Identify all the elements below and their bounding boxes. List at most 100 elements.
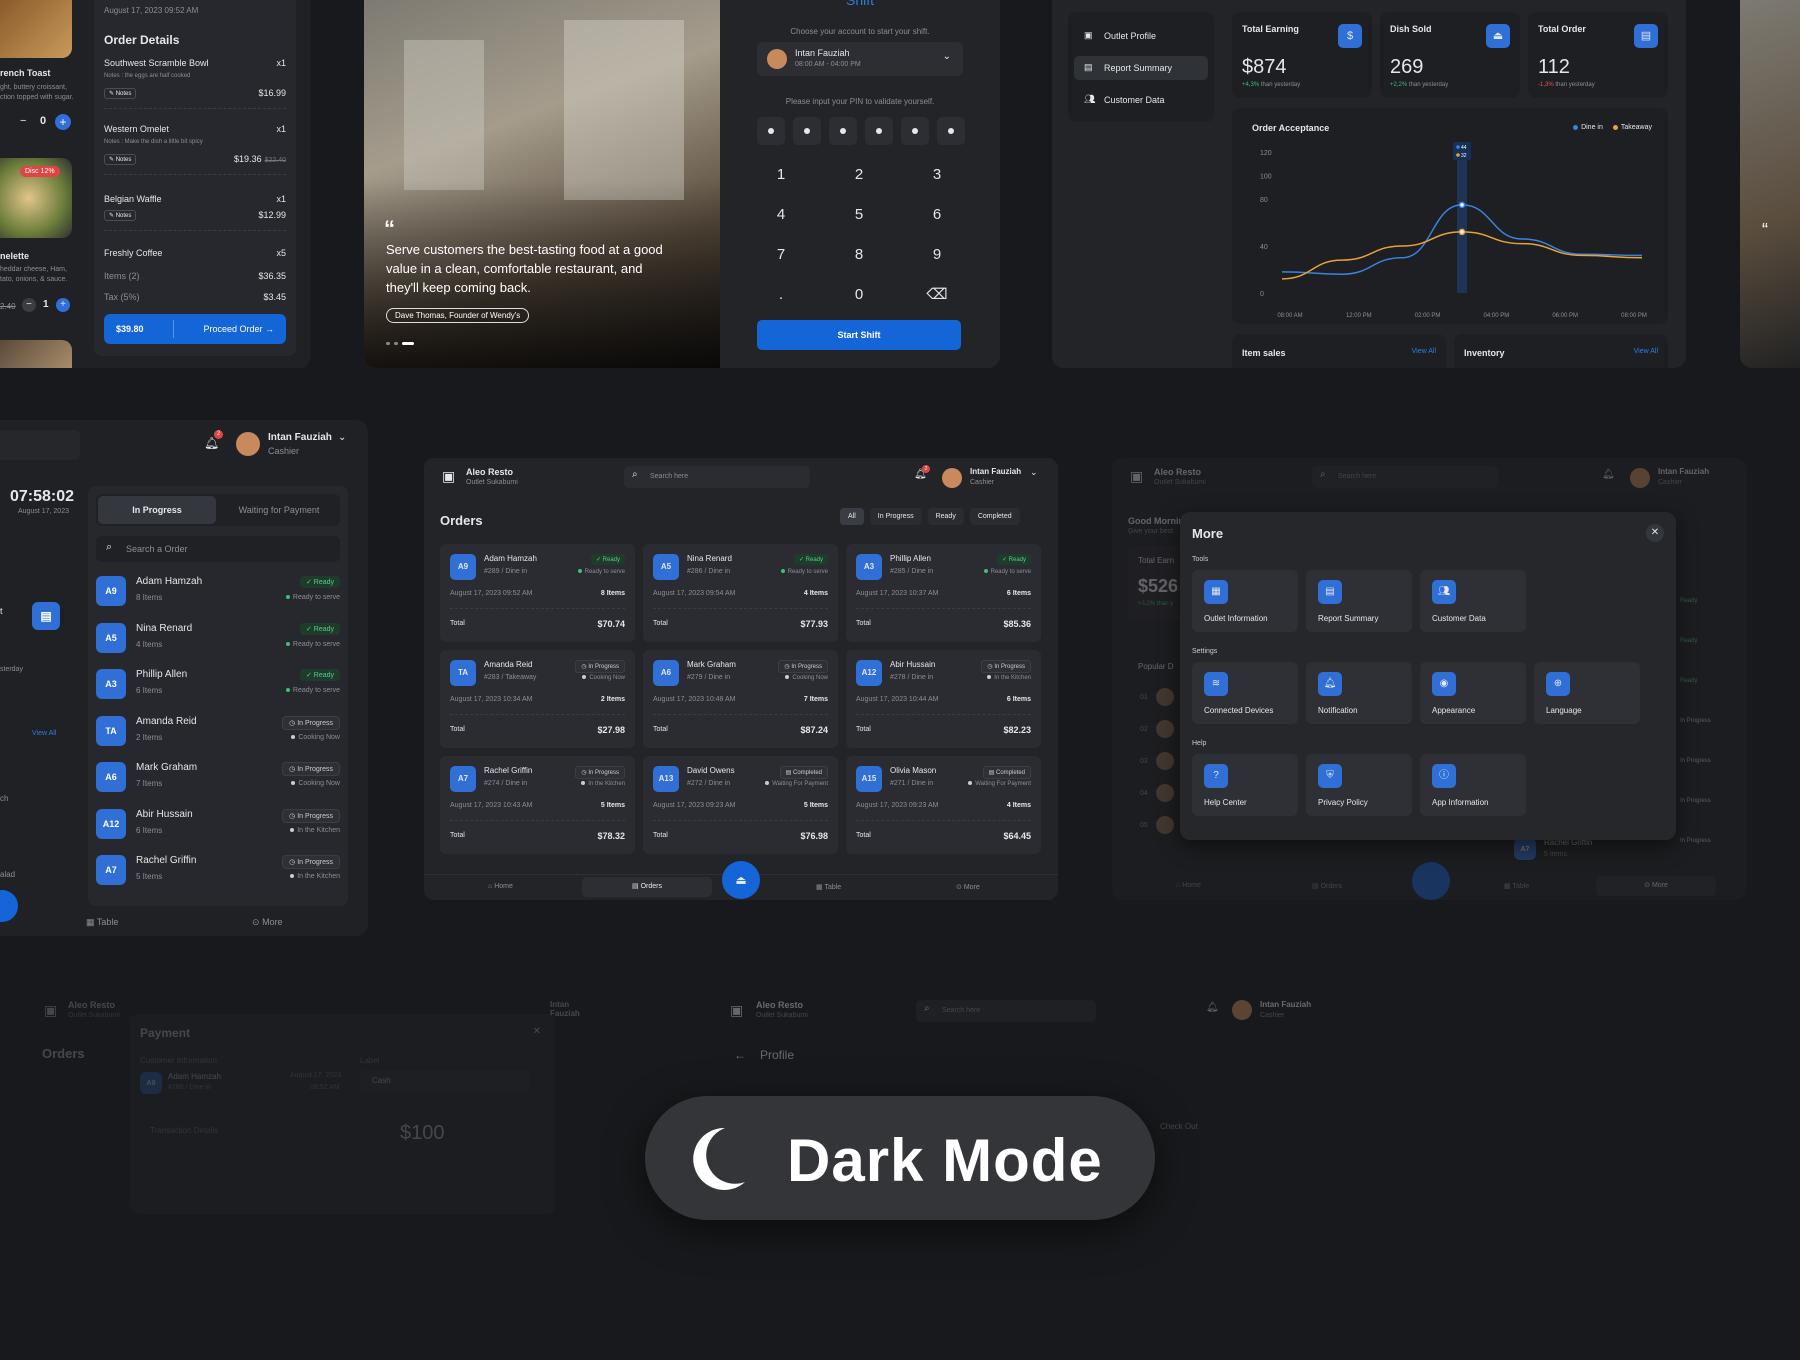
plus-button[interactable]: + [55,114,71,130]
bell-icon[interactable]: 🔔︎ [1206,1002,1219,1013]
search-placeholder: Search here [650,473,689,480]
keypad-key[interactable]: 8 [835,240,883,270]
search-input[interactable]: ⌕ Search here [1312,466,1498,488]
more-tile-help-center[interactable]: ? Help Center [1192,754,1298,816]
nav-table[interactable]: ▦ Table [1504,882,1529,890]
carousel-dot-active[interactable] [402,342,414,345]
nav-table[interactable]: ▦ Table [86,917,118,928]
order-row[interactable]: A7 Rachel Griffin 5 Items ◷ In Progress In t… [96,851,340,889]
more-tile-customer-data[interactable]: 👥︎ Customer Data [1420,570,1526,632]
plus-button[interactable]: + [56,298,70,312]
keypad-key[interactable]: 3 [913,160,961,190]
filter-completed[interactable]: Completed [969,508,1020,525]
more-tile-report-summary[interactable]: ▤ Report Summary [1306,570,1412,632]
back-arrow-icon[interactable]: ← [734,1048,746,1062]
search-input[interactable]: ⌕ Search here [624,466,810,488]
order-card[interactable]: A9 Adam Hamzah #289 / Dine in ✓ Ready Ready … [440,544,635,642]
order-card[interactable]: A12 Abir Hussain #278 / Dine in ◷ In Progre… [846,650,1041,748]
notes-button[interactable]: ✎ Notes [104,154,137,165]
nav-more[interactable]: ⊙ More [956,883,980,891]
search-bar[interactable] [0,430,80,460]
close-icon[interactable]: ✕ [1646,524,1664,542]
order-card[interactable]: A7 Rachel Griffin #274 / Dine in ◷ In Progr… [440,756,635,854]
search-input[interactable]: ⌕ Search here [916,1000,1096,1022]
filter-in-progress[interactable]: In Progress [869,508,922,525]
pin-box[interactable] [793,117,821,145]
pin-box[interactable] [937,117,965,145]
order-card[interactable]: A13 David Owens #272 / Dine in ▤ Completed W… [643,756,838,854]
order-card[interactable]: A6 Mark Graham #279 / Dine in ◷ In Progress… [643,650,838,748]
more-tile-appearance[interactable]: ◉ Appearance [1420,662,1526,724]
keypad-key[interactable]: 9 [913,240,961,270]
tab-waiting-payment[interactable]: Waiting for Payment [220,496,338,524]
cloche-button[interactable]: ⏏ [722,861,760,899]
nav-home[interactable]: ⌂ Home [488,883,513,890]
chevron-down-icon[interactable]: ⌄ [1030,467,1038,478]
payment-method-select[interactable]: Cash [360,1070,530,1092]
notes-button[interactable]: ✎ Notes [104,88,137,99]
proceed-order-button[interactable]: $39.80 Proceed Order → [104,314,286,344]
pin-box[interactable] [865,117,893,145]
keypad-key[interactable]: 4 [757,200,805,230]
order-card[interactable]: TA Amanda Reid #283 / Takeaway ◷ In Progres… [440,650,635,748]
order-items: 7 Items [803,696,828,703]
view-all-link[interactable]: View All [32,730,56,737]
order-card[interactable]: A3 Phillip Allen #285 / Dine in ✓ Ready Read… [846,544,1041,642]
keypad-key[interactable]: 6 [913,200,961,230]
order-item-note: Notes : Make the dish a little bit spicy [104,139,203,145]
backspace-icon[interactable]: ⌫ [913,280,961,310]
order-card[interactable]: A15 Olivia Mason #271 / Dine in ▤ Completed… [846,756,1041,854]
menu-item-outlet-profile[interactable]: ▣ Outlet Profile [1074,24,1208,48]
more-tile-privacy-policy[interactable]: ⛨ Privacy Policy [1306,754,1412,816]
more-tile-outlet-information[interactable]: ▦ Outlet Information [1192,570,1298,632]
pin-box[interactable] [757,117,785,145]
nav-table[interactable]: ▦ Table [816,883,841,891]
close-icon[interactable]: ✕ [533,1026,541,1037]
bell-icon[interactable]: 🔔︎ [1602,469,1615,480]
order-row[interactable]: A12 Abir Hussain 6 Items ◷ In Progress In th… [96,805,340,843]
minus-button[interactable]: − [22,298,36,312]
keypad-key[interactable]: 1 [757,160,805,190]
carousel-dot[interactable] [386,342,390,345]
keypad-key[interactable]: . [757,280,805,310]
nav-more[interactable]: ⊙ More [1596,876,1716,896]
view-all-link[interactable]: View All [1412,348,1436,355]
chevron-down-icon[interactable]: ⌄ [338,432,346,443]
carousel-dot[interactable] [394,342,398,345]
nav-more[interactable]: ⊙ More [252,917,283,928]
pin-box[interactable] [901,117,929,145]
clipboard-icon[interactable]: ▤ [32,602,60,630]
order-row[interactable]: A9 Adam Hamzah 8 Items ✓ Ready Ready to serv… [96,572,340,610]
minus-button[interactable]: − [20,115,26,127]
nav-orders[interactable]: ▤ Orders [1312,882,1342,890]
view-all-link[interactable]: View All [1634,348,1658,355]
keypad-key[interactable]: 2 [835,160,883,190]
timer-icon: ◷ [289,859,298,866]
account-select[interactable]: Intan Fauziah 08:00 AM - 04:00 PM ⌄ [757,42,963,76]
order-row[interactable]: A3 Phillip Allen 6 Items ✓ Ready Ready to se… [96,665,340,703]
notes-button[interactable]: ✎ Notes [104,210,137,221]
order-card[interactable]: A5 Nina Renard #286 / Dine in ✓ Ready Ready … [643,544,838,642]
keypad-key[interactable]: 7 [757,240,805,270]
order-row[interactable]: TA Amanda Reid 2 Items ◷ In Progress Cooking… [96,712,340,750]
keypad-key[interactable]: 5 [835,200,883,230]
filter-all[interactable]: All [840,508,864,525]
order-row[interactable]: A5 Nina Renard 4 Items ✓ Ready Ready to serv… [96,619,340,657]
nav-orders[interactable]: ▤ Orders [582,877,712,897]
order-row[interactable]: A6 Mark Graham 7 Items ◷ In Progress Cooking… [96,758,340,796]
filter-ready[interactable]: Ready [927,508,964,525]
divider [450,608,625,609]
more-tile-language[interactable]: ⊕ Language [1534,662,1640,724]
cloche-button[interactable] [1412,862,1450,900]
menu-item-report-summary[interactable]: ▤ Report Summary [1074,56,1208,80]
more-tile-app-information[interactable]: ⓘ App Information [1420,754,1526,816]
tab-in-progress[interactable]: In Progress [98,496,216,524]
pin-box[interactable] [829,117,857,145]
keypad-key[interactable]: 0 [835,280,883,310]
nav-home[interactable]: ⌂ Home [1176,882,1201,889]
more-tile-connected-devices[interactable]: ≋ Connected Devices [1192,662,1298,724]
order-search-input[interactable]: ⌕ Search a Order [96,536,340,562]
start-shift-button[interactable]: Start Shift [757,320,961,350]
menu-item-customer-data[interactable]: 👥︎ Customer Data [1074,88,1208,112]
more-tile-notification[interactable]: 🔔︎ Notification [1306,662,1412,724]
